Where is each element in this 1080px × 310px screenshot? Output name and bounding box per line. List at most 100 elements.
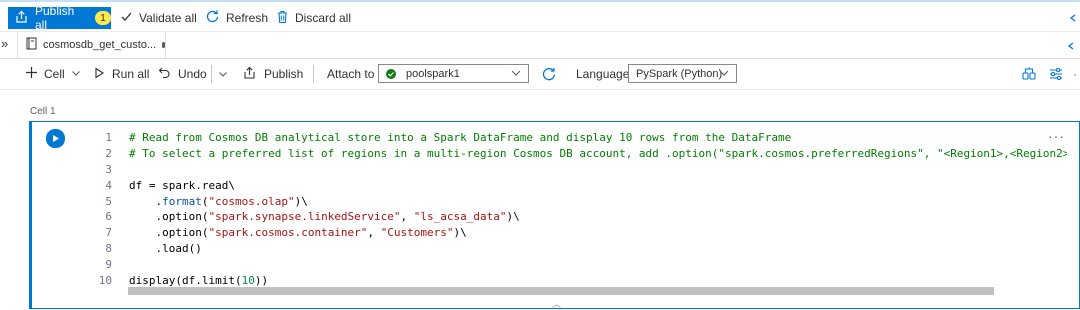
code-editor[interactable]: 1 # Read from Cosmos DB analytical store … [87,130,1067,289]
code-line[interactable]: 2 # To select a preferred list of regions… [87,146,1067,162]
code-line[interactable]: 1 # Read from Cosmos DB analytical store … [87,130,1067,146]
line-number: 5 [105,194,112,208]
code-token: # To select a preferred list of regions … [129,146,1067,160]
code-token: "spark.synapse.linkedService" [208,210,401,224]
code-text: df = spark.read\ [129,178,235,194]
run-all-button[interactable]: Run all [93,63,149,85]
tab-bar: » cosmosdb_get_custo... [0,32,1080,59]
pending-changes-badge: 1 [95,11,111,25]
code-token: df = spark.read\ [129,178,235,192]
play-icon [51,130,60,148]
more-icon[interactable]: · [1073,63,1077,85]
settings-icon[interactable] [1048,63,1064,85]
line-number: 1 [105,131,112,144]
checkmark-icon [120,10,139,26]
code-token: , [400,210,414,224]
attach-to-value: poolspark1 [406,67,460,80]
undo-label: Undo [178,67,207,81]
language-value: PySpark (Python) [636,67,723,80]
code-line[interactable]: 7 .option("spark.cosmos.container", "Cus… [87,225,1067,241]
publish-icon [15,10,28,26]
line-number: 10 [98,274,112,288]
code-token: . [129,194,163,208]
chevron-down-icon [71,67,81,81]
code-token: .option( [129,210,209,224]
chevron-down-icon [718,67,730,82]
collapse-icon[interactable] [1068,10,1078,28]
trash-icon [276,10,295,27]
code-token: # Read from Cosmos DB analytical store i… [129,131,792,144]
attach-to-select[interactable]: poolspark1 [378,64,529,83]
code-token: )\ [294,194,308,208]
run-all-label: Run all [112,67,150,81]
chevron-double-right-icon[interactable]: » [1,36,8,51]
publish-label: Publish [264,67,304,81]
code-cell[interactable]: ··· 1 # Read from Cosmos DB analytical st… [29,121,1080,309]
cell-label: Cell 1 [30,106,56,117]
code-text: # To select a preferred list of regions … [129,146,1067,162]
line-number: 3 [105,162,112,176]
code-line[interactable]: 4 df = spark.read\ [87,178,1067,194]
code-token: format [162,194,202,208]
code-text: # Read from Cosmos DB analytical store i… [129,130,791,146]
add-cell-label: Cell [44,67,65,81]
code-token: 10 [241,274,255,288]
publish-icon [243,66,256,82]
code-line[interactable]: 6 .option("spark.synapse.linkedService",… [87,209,1067,225]
top-command-bar: Publish all 1 Validate all Refresh Disca… [0,2,1080,32]
tab-label: cosmosdb_get_custo... [43,39,157,51]
line-number: 7 [105,226,112,240]
check-circle-icon [386,68,396,79]
chevron-down-icon [510,67,522,82]
code-token: ( [201,194,209,208]
code-token: )) [254,274,269,288]
refresh-button[interactable]: Refresh [205,7,268,29]
code-token: "Customers" [380,226,454,240]
line-number: 8 [105,242,112,256]
collapse-icon[interactable] [1066,38,1076,56]
validate-all-label: Validate all [139,11,197,25]
discard-all-button[interactable]: Discard all [276,7,351,29]
chevron-up-icon[interactable]: ︿ [552,297,561,310]
publish-button[interactable]: Publish [243,63,303,85]
code-token: "spark.cosmos.container" [208,226,368,240]
publish-all-button[interactable]: Publish all 1 [8,4,111,32]
publish-all-label: Publish all [35,4,75,32]
validate-all-button[interactable]: Validate all [120,7,197,29]
line-number: 9 [105,258,112,272]
tab-notebook[interactable]: cosmosdb_get_custo... [17,32,166,58]
discard-all-label: Discard all [295,11,352,25]
code-token: .load() [129,242,202,256]
attach-to-label: Attach to [327,67,375,81]
toolbar-divider [211,65,212,83]
code-text: .load() [129,241,202,257]
code-line[interactable]: 3 [87,162,1067,178]
code-text: .format("cosmos.olap")\ [129,194,308,210]
add-cell-button[interactable]: Cell [25,63,81,85]
code-line[interactable]: 5 .format("cosmos.olap")\ [87,194,1067,210]
code-line[interactable]: 9 [87,257,1067,273]
unsaved-dot-icon [162,42,165,48]
refresh-label: Refresh [226,11,269,25]
run-cell-button[interactable] [46,129,65,148]
code-text: .option("spark.cosmos.container", "Custo… [129,225,466,241]
refresh-icon [205,9,226,27]
code-token: "ls_acsa_data" [413,210,507,224]
notebook-toolbar: Cell Run all Undo Publish Attach to pool… [0,59,1080,90]
code-text: .option("spark.synapse.linkedService", "… [129,209,519,225]
code-token: display(df.limit( [129,274,242,288]
horizontal-scrollbar[interactable] [128,287,994,295]
refresh-icon[interactable] [541,63,557,85]
toolbar-divider [313,65,314,83]
variables-icon[interactable] [1021,63,1037,85]
chevron-down-icon[interactable] [218,63,228,85]
undo-icon [158,66,171,82]
language-select[interactable]: PySpark (Python) [628,64,737,83]
code-line[interactable]: 8 .load() [87,241,1067,257]
language-label: Language [576,67,630,81]
line-number: 6 [105,210,112,224]
undo-button[interactable]: Undo [158,63,207,85]
code-token: .option( [129,226,209,240]
line-number: 4 [105,178,112,192]
play-icon [93,66,105,82]
